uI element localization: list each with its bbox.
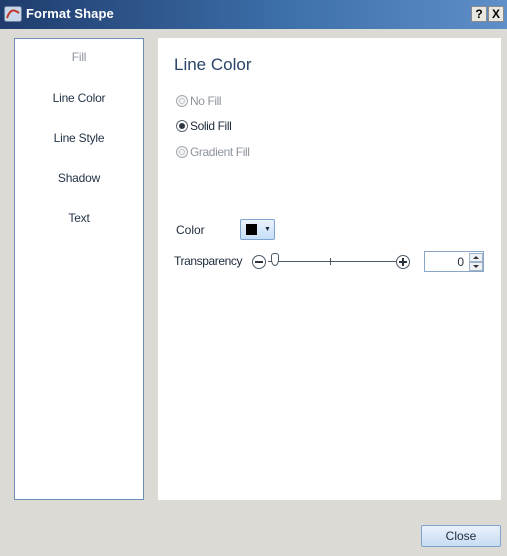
solid-fill-radio[interactable]: Solid Fill: [176, 118, 232, 134]
nav-item-line-color[interactable]: Line Color: [15, 91, 143, 105]
help-button[interactable]: ?: [471, 6, 487, 22]
content-panel: Line Color No Fill Solid Fill Gradient F…: [158, 38, 501, 500]
close-window-button[interactable]: X: [488, 6, 504, 22]
radio-label: Solid Fill: [190, 119, 232, 133]
transparency-slider-track[interactable]: [268, 261, 396, 262]
gradient-fill-radio[interactable]: Gradient Fill: [176, 144, 250, 160]
nav-item-line-style[interactable]: Line Style: [15, 131, 143, 145]
transparency-spinner[interactable]: 0: [424, 251, 484, 272]
close-button[interactable]: Close: [421, 525, 501, 547]
radio-indicator: [176, 120, 188, 132]
radio-indicator: [176, 95, 188, 107]
format-shape-dialog: Format Shape ? X Fill Line Color Line St…: [0, 0, 507, 556]
transparency-slider-thumb[interactable]: [271, 253, 279, 266]
increase-transparency-icon[interactable]: [396, 255, 410, 269]
radio-label: No Fill: [190, 94, 222, 108]
slider-center-tick: [330, 258, 331, 265]
color-swatch: [246, 224, 257, 235]
nav-item-text[interactable]: Text: [15, 211, 143, 225]
category-nav: Fill Line Color Line Style Shadow Text: [14, 38, 144, 500]
radio-indicator: [176, 146, 188, 158]
section-title: Line Color: [174, 55, 252, 74]
window-title: Format Shape: [26, 6, 114, 21]
nav-item-fill[interactable]: Fill: [15, 50, 143, 64]
title-bar[interactable]: Format Shape ? X: [0, 0, 507, 29]
transparency-label: Transparency: [174, 254, 243, 268]
radio-label: Gradient Fill: [190, 145, 250, 159]
spin-down-icon[interactable]: [469, 262, 483, 271]
no-fill-radio[interactable]: No Fill: [176, 93, 222, 109]
spin-up-icon[interactable]: [469, 253, 483, 262]
format-shape-icon: [4, 6, 22, 22]
color-picker-button[interactable]: ▼: [240, 219, 275, 240]
decrease-transparency-icon[interactable]: [252, 255, 266, 269]
nav-item-shadow[interactable]: Shadow: [15, 171, 143, 185]
dropdown-arrow-icon: ▼: [264, 226, 271, 233]
color-label: Color: [176, 223, 205, 237]
transparency-value[interactable]: 0: [457, 255, 464, 269]
